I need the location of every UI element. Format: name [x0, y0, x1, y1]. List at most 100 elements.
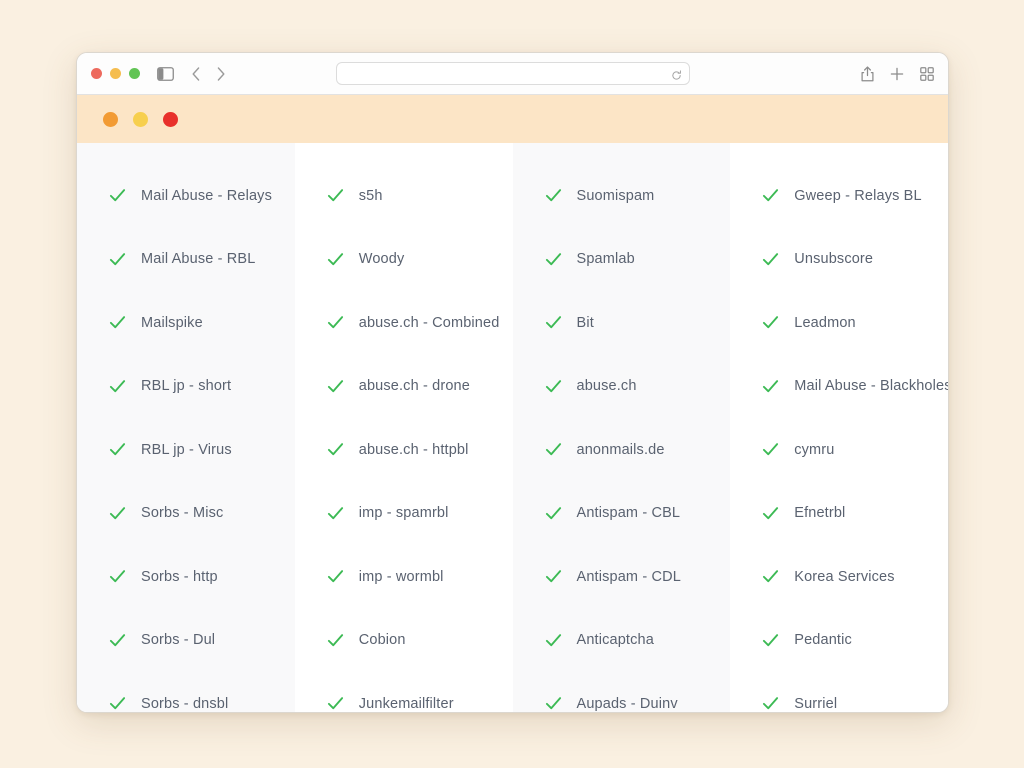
check-icon	[109, 568, 126, 585]
blacklist-row: Mail Abuse - Relays	[77, 164, 295, 228]
blacklist-row: Aupads - Duinv	[513, 672, 731, 712]
check-icon	[109, 505, 126, 522]
blacklist-column: Suomispam Spamlab Bit abuse.ch anonmails.de A…	[512, 143, 731, 712]
check-icon	[109, 314, 126, 331]
blacklist-row: Sorbs - http	[77, 545, 295, 609]
check-icon	[762, 314, 779, 331]
check-icon	[762, 505, 779, 522]
check-icon	[327, 568, 344, 585]
check-icon	[762, 378, 779, 395]
blacklist-column: Mail Abuse - Relays Mail Abuse - RBL Mails…	[77, 143, 295, 712]
check-icon	[327, 251, 344, 268]
plus-icon[interactable]	[889, 66, 905, 82]
check-icon	[762, 251, 779, 268]
reload-icon[interactable]	[671, 68, 682, 80]
address-input[interactable]	[337, 63, 671, 84]
blacklist-row: Sorbs - Misc	[77, 482, 295, 546]
blacklist-row: Woody	[295, 228, 513, 292]
tab-overview-icon[interactable]	[919, 66, 935, 82]
blacklist-row: Mail Abuse - Blackholes	[730, 355, 948, 419]
blacklist-name-label: abuse.ch - drone	[358, 378, 470, 395]
zoom-window-button[interactable]	[129, 68, 140, 79]
check-icon	[545, 632, 562, 649]
blacklist-row: Korea Services	[730, 545, 948, 609]
blacklist-row: Anticaptcha	[513, 609, 731, 673]
check-icon	[545, 441, 562, 458]
red-dot	[163, 111, 178, 127]
check-icon	[327, 632, 344, 649]
check-icon	[109, 441, 126, 458]
blacklist-row: Bit	[513, 291, 731, 355]
orange-dot	[103, 111, 118, 127]
blacklist-row: Cobion	[295, 609, 513, 673]
minimize-window-button[interactable]	[110, 68, 121, 79]
blacklist-name-label: Antispam - CBL	[576, 505, 681, 522]
blacklist-row: imp - wormbl	[295, 545, 513, 609]
blacklist-name-label: Surriel	[794, 695, 838, 712]
blacklist-row: Junkemailfilter	[295, 672, 513, 712]
blacklist-name-label: Gweep - Relays BL	[794, 187, 922, 204]
blacklist-name-label: Spamlab	[576, 251, 635, 268]
blacklist-column: s5h Woody abuse.ch - Combined abuse.ch - dr…	[295, 143, 513, 712]
blacklist-row: Antispam - CBL	[513, 482, 731, 546]
blacklist-name-label: RBL jp - Virus	[141, 441, 232, 458]
blacklist-results-grid: Mail Abuse - Relays Mail Abuse - RBL Mails…	[77, 143, 948, 712]
check-icon	[762, 187, 779, 204]
blacklist-name-label: abuse.ch - Combined	[358, 314, 500, 331]
check-icon	[327, 314, 344, 331]
check-icon	[762, 568, 779, 585]
blacklist-name-label: Antispam - CDL	[576, 568, 681, 585]
check-icon	[545, 695, 562, 712]
blacklist-row: abuse.ch	[513, 355, 731, 419]
blacklist-name-label: Sorbs - Misc	[141, 505, 224, 522]
blacklist-row: Leadmon	[730, 291, 948, 355]
blacklist-name-label: Bit	[576, 314, 594, 331]
forward-button[interactable]	[213, 65, 229, 83]
close-window-button[interactable]	[91, 68, 102, 79]
blacklist-column: Gweep - Relays BL Unsubscore Leadmon Mail A…	[730, 143, 948, 712]
blacklist-row: Antispam - CDL	[513, 545, 731, 609]
check-icon	[545, 187, 562, 204]
blacklist-row: Mailspike	[77, 291, 295, 355]
address-bar[interactable]	[336, 62, 690, 85]
blacklist-name-label: Pedantic	[794, 632, 852, 649]
blacklist-name-label: Efnetrbl	[794, 505, 846, 522]
blacklist-row: cymru	[730, 418, 948, 482]
blacklist-name-label: Leadmon	[794, 314, 856, 331]
back-button[interactable]	[188, 65, 204, 83]
blacklist-row: abuse.ch - drone	[295, 355, 513, 419]
blacklist-name-label: Sorbs - Dul	[141, 632, 216, 649]
check-icon	[327, 187, 344, 204]
check-icon	[545, 251, 562, 268]
blacklist-row: Gweep - Relays BL	[730, 164, 948, 228]
blacklist-row: Unsubscore	[730, 228, 948, 292]
blacklist-name-label: Aupads - Duinv	[576, 695, 678, 712]
blacklist-name-label: Mail Abuse - RBL	[141, 251, 256, 268]
blacklist-name-label: Sorbs - http	[141, 568, 218, 585]
blacklist-name-label: abuse.ch - httpbl	[358, 441, 469, 458]
check-icon	[545, 505, 562, 522]
blacklist-name-label: s5h	[358, 187, 383, 204]
blacklist-row: s5h	[295, 164, 513, 228]
blacklist-row: RBL jp - Virus	[77, 418, 295, 482]
blacklist-name-label: Woody	[358, 251, 405, 268]
blacklist-name-label: Anticaptcha	[576, 632, 654, 649]
blacklist-row: anonmails.de	[513, 418, 731, 482]
blacklist-row: imp - spamrbl	[295, 482, 513, 546]
blacklist-name-label: abuse.ch	[576, 378, 637, 395]
blacklist-name-label: Mail Abuse - Relays	[141, 187, 272, 204]
blacklist-name-label: Mail Abuse - Blackholes	[794, 378, 948, 395]
share-icon[interactable]	[859, 66, 875, 82]
check-icon	[762, 441, 779, 458]
blacklist-name-label: cymru	[794, 441, 835, 458]
browser-window: Mail Abuse - Relays Mail Abuse - RBL Mails…	[76, 52, 949, 713]
blacklist-name-label: Sorbs - dnsbl	[141, 695, 229, 712]
sidebar-toggle-icon[interactable]	[157, 66, 174, 81]
blacklist-name-label: RBL jp - short	[141, 378, 232, 395]
toolbar-right-actions	[859, 53, 935, 95]
check-icon	[109, 378, 126, 395]
check-icon	[109, 251, 126, 268]
blacklist-name-label: Mailspike	[141, 314, 203, 331]
blacklist-row: Pedantic	[730, 609, 948, 673]
blacklist-row: abuse.ch - httpbl	[295, 418, 513, 482]
